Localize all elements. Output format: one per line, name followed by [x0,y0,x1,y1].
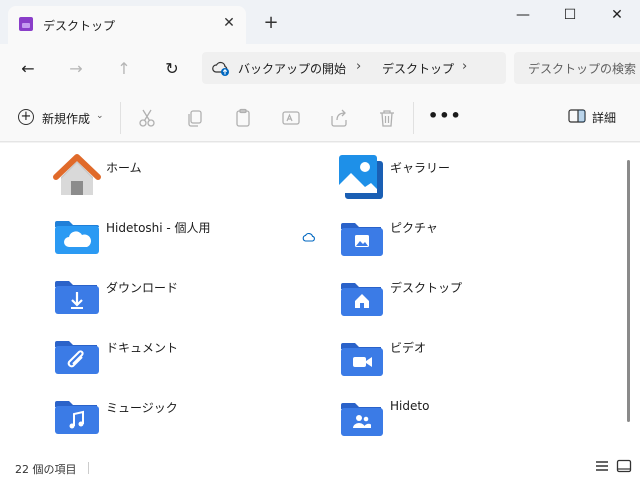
forward-button[interactable]: → [63,57,89,81]
tiles-view-icon[interactable] [616,459,632,473]
onedrive-backup-icon [212,61,229,76]
downloads-folder-icon [55,281,99,314]
item-name: ダウンロード [106,281,179,295]
details-label: 詳細 [592,111,617,125]
minimize-button[interactable]: — [500,0,546,32]
onedrive-folder-icon [55,221,99,254]
up-button[interactable]: ↑ [111,57,137,81]
back-button[interactable]: ← [15,57,41,81]
tab-title: デスクトップ [43,19,116,33]
refresh-button[interactable]: ↻ [159,57,185,81]
breadcrumb-chevron-icon[interactable]: › [462,59,467,74]
file-list: ホーム ギャラリー Hidetoshi - 個人用 ピクチャ ダウンロード デス… [0,143,640,453]
list-item-documents[interactable]: ドキュメント [53,333,303,383]
new-tab-button[interactable]: + [260,12,282,34]
cut-icon[interactable] [136,107,158,129]
close-window-button[interactable]: ✕ [594,0,640,32]
status-bar: 22 個の項目 [0,453,640,480]
chevron-down-icon: ⌄ [96,111,104,121]
breadcrumb-separator-icon[interactable]: › [356,59,361,74]
gallery-icon [339,155,383,199]
list-item-pictures[interactable]: ピクチャ [337,213,587,263]
breadcrumb-backup[interactable]: バックアップの開始 [238,60,346,77]
search-box[interactable]: デスクトップの検索 [514,52,640,84]
item-name: Hidetoshi - 個人用 [106,221,211,235]
list-item-gallery[interactable]: ギャラリー [337,153,587,203]
item-name: ドキュメント [106,341,179,355]
list-item-user[interactable]: Hideto [337,393,587,443]
more-options-button[interactable]: ••• [428,106,462,125]
pictures-folder-icon [341,223,383,256]
command-bar: + 新規作成 ⌄ ••• 詳細 [0,94,640,142]
file-explorer-tab-icon [19,17,33,31]
paste-icon[interactable] [232,107,254,129]
music-folder-icon [55,401,99,434]
cloud-status-icon [302,232,315,242]
item-name: ホーム [106,161,142,175]
rename-icon[interactable] [280,107,302,129]
list-item-desktop[interactable]: デスクトップ [337,273,587,323]
item-count: 22 個の項目 [15,463,77,476]
item-name: デスクトップ [390,281,463,295]
desktop-folder-icon [341,283,383,316]
address-bar[interactable]: バックアップの開始 › デスクトップ › [202,52,506,84]
vertical-scrollbar[interactable] [627,160,630,422]
videos-folder-icon [341,343,383,376]
delete-icon[interactable] [376,107,398,129]
list-item-home[interactable]: ホーム [53,153,303,203]
item-name: Hideto [390,399,430,413]
documents-folder-icon [55,341,99,374]
home-icon [53,154,101,195]
maximize-button[interactable]: ☐ [547,0,593,32]
item-name: ピクチャ [390,221,438,235]
item-name: ビデオ [390,341,427,355]
item-name: ギャラリー [390,161,451,175]
plus-icon: + [18,109,34,125]
toolbar-divider [120,102,121,134]
details-pane-icon [568,109,586,123]
copy-icon[interactable] [184,107,206,129]
list-item-music[interactable]: ミュージック [53,393,303,443]
tab-close-button[interactable]: ✕ [220,14,238,32]
tab-desktop[interactable]: デスクトップ ✕ [8,6,246,44]
details-view-icon[interactable] [594,459,610,473]
list-item-downloads[interactable]: ダウンロード [53,273,303,323]
share-icon[interactable] [328,107,350,129]
breadcrumb-desktop[interactable]: デスクトップ [382,60,454,77]
list-item-videos[interactable]: ビデオ [337,333,587,383]
toolbar-divider [413,102,414,134]
navigation-bar: ← → ↑ ↻ バックアップの開始 › デスクトップ › デスクトップの検索 [0,44,640,94]
title-bar: デスクトップ ✕ + — ☐ ✕ [0,0,640,44]
status-divider [88,462,89,474]
new-button-label: 新規作成 [42,112,91,126]
item-name: ミュージック [106,401,178,415]
user-folder-icon [341,403,383,436]
search-placeholder: デスクトップの検索 [528,62,637,76]
list-item-onedrive[interactable]: Hidetoshi - 個人用 [53,213,303,263]
